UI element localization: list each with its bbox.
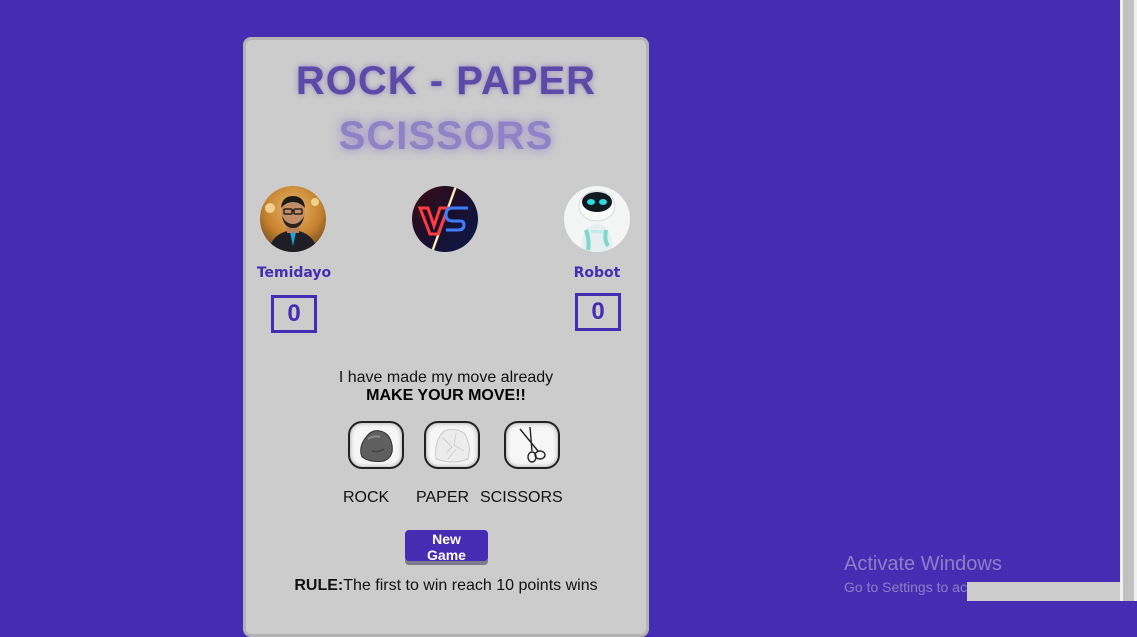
choice-label-scissors: SCISSORS: [480, 489, 563, 506]
rule-description: The first to win reach 10 points wins: [343, 577, 598, 594]
opponent-name: Robot: [573, 265, 621, 281]
robot-avatar: [564, 186, 630, 252]
new-game-button[interactable]: New Game: [405, 530, 488, 563]
player-avatar: [260, 186, 326, 252]
scissors-icon: [519, 426, 546, 463]
scissors-button[interactable]: [504, 421, 560, 469]
status-message: I have made my move already: [338, 369, 554, 386]
move-prompt: MAKE YOUR MOVE!!: [366, 387, 526, 404]
rock-icon: [360, 430, 393, 462]
game-card: ROCK - PAPER SCISSORS Temidayo 0 Robot 0…: [243, 37, 649, 637]
rock-button[interactable]: [348, 421, 404, 469]
game-title-line1: ROCK - PAPER: [295, 59, 597, 103]
page-scrollbar[interactable]: [1120, 0, 1137, 601]
rule-prefix: RULE:: [294, 577, 344, 594]
scrollbar-thumb[interactable]: [1123, 0, 1134, 601]
vs-badge-icon: [412, 186, 478, 252]
choice-label-rock: ROCK: [343, 489, 390, 506]
corner-overlay: [967, 582, 1120, 601]
player-score: 0: [271, 295, 317, 333]
rule-text: RULE:The first to win reach 10 points wi…: [246, 577, 646, 595]
game-title-line2: SCISSORS: [338, 114, 554, 158]
paper-button[interactable]: [424, 421, 480, 469]
player-name: Temidayo: [256, 265, 332, 281]
opponent-score: 0: [575, 293, 621, 331]
paper-icon: [435, 428, 470, 463]
watermark-title: Activate Windows: [844, 553, 1002, 575]
choice-label-paper: PAPER: [416, 489, 470, 506]
